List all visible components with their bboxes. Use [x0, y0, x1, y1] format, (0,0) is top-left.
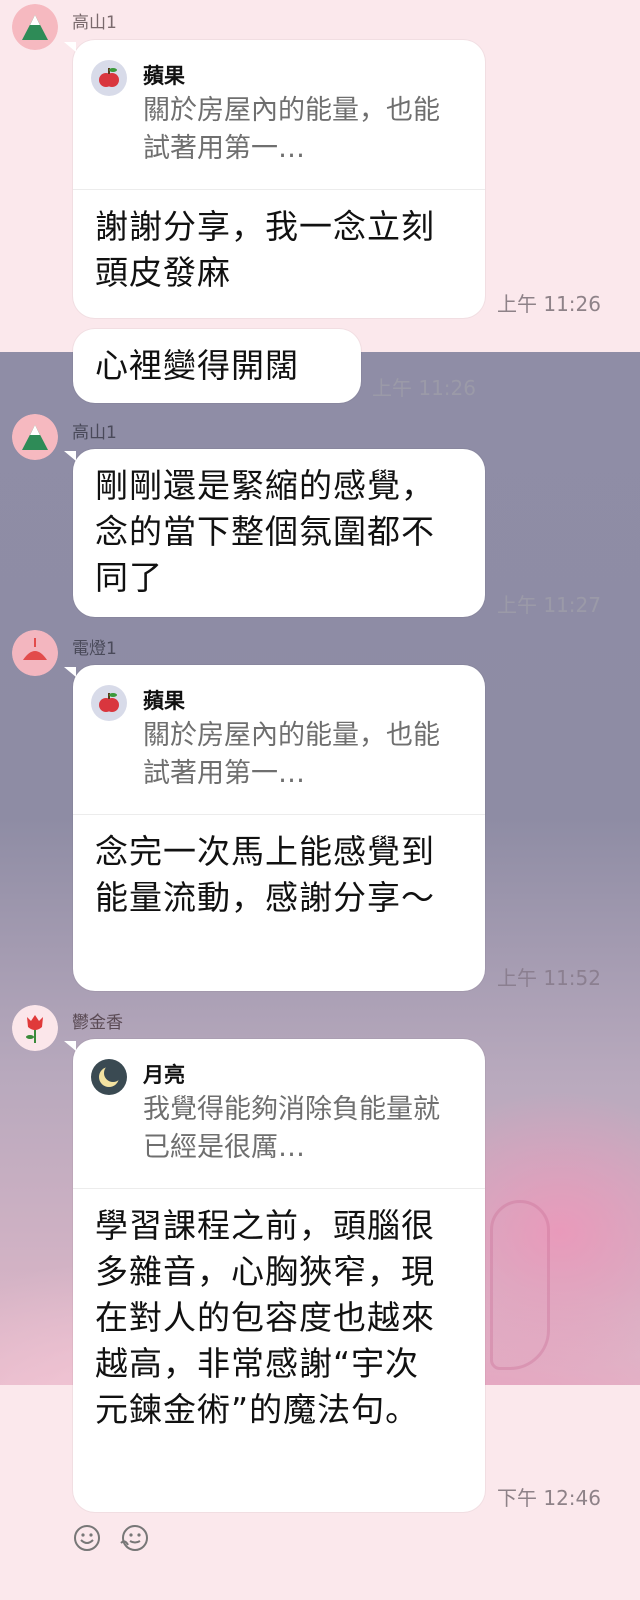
wallpaper-swirl [490, 1200, 550, 1370]
quote-text: 我覺得能夠消除負能量就已經是很厲… [143, 1094, 440, 1163]
lamp-avatar-icon[interactable] [12, 630, 58, 676]
message-text: 學習課程之前，頭腦很多雜音，心胸狹窄，現在對人的包容度也越來越高，非常感謝“宇次… [95, 1206, 435, 1429]
sender-name: 高山1 [72, 423, 117, 443]
quoted-message[interactable]: 蘋果 關於房屋內的能量，也能試著用第一… [73, 40, 485, 190]
message-bubble[interactable]: 剛剛還是緊縮的感覺，念的當下整個氛圍都不同了 [64, 449, 485, 617]
message-text: 剛剛還是緊縮的感覺，念的當下整個氛圍都不同了 [95, 466, 435, 597]
message-time: 上午 11:52 [497, 966, 601, 990]
quote-sender: 月亮 [143, 1063, 185, 1087]
quoted-message[interactable]: 月亮 我覺得能夠消除負能量就已經是很厲… [73, 1039, 485, 1189]
message-time: 上午 11:26 [372, 376, 476, 400]
message-bubble[interactable]: 蘋果 關於房屋內的能量，也能試著用第一… 謝謝分享，我一念立刻頭皮發麻 [64, 40, 485, 318]
message-time: 上午 11:26 [497, 292, 601, 316]
message-bubble[interactable]: 月亮 我覺得能夠消除負能量就已經是很厲… 學習課程之前，頭腦很多雜音，心胸狹窄，… [64, 1039, 485, 1512]
message-bubble[interactable]: 蘋果 關於房屋內的能量，也能試著用第一… 念完一次馬上能感覺到能量流動，感謝分享… [64, 665, 485, 991]
moon-icon [91, 1059, 127, 1095]
quote-sender: 蘋果 [143, 689, 185, 713]
apple-icon [91, 685, 127, 721]
message-text: 心裡變得開闊 [95, 346, 299, 385]
quote-sender: 蘋果 [143, 64, 185, 88]
sender-name: 鬱金香 [72, 1013, 123, 1033]
sender-name: 高山1 [72, 13, 117, 33]
tulip-avatar-icon[interactable] [12, 1005, 58, 1051]
smile-icon[interactable] [72, 1523, 102, 1553]
quoted-message[interactable]: 蘋果 關於房屋內的能量，也能試著用第一… [73, 665, 485, 815]
message-text: 念完一次馬上能感覺到能量流動，感謝分享～ [95, 832, 435, 917]
message-time: 上午 11:27 [497, 593, 601, 617]
quote-text: 關於房屋內的能量，也能試著用第一… [143, 720, 440, 789]
message-bubble[interactable]: 心裡變得開闊 [73, 329, 361, 403]
quote-text: 關於房屋內的能量，也能試著用第一… [143, 95, 440, 164]
message-text: 謝謝分享，我一念立刻頭皮發麻 [95, 207, 435, 292]
message-time: 下午 12:46 [497, 1486, 601, 1510]
mountain-avatar-icon[interactable] [12, 414, 58, 460]
sender-name: 電燈1 [72, 639, 117, 659]
mountain-avatar-icon[interactable] [12, 4, 58, 50]
apple-icon [91, 60, 127, 96]
sticker-icon[interactable] [118, 1523, 152, 1553]
